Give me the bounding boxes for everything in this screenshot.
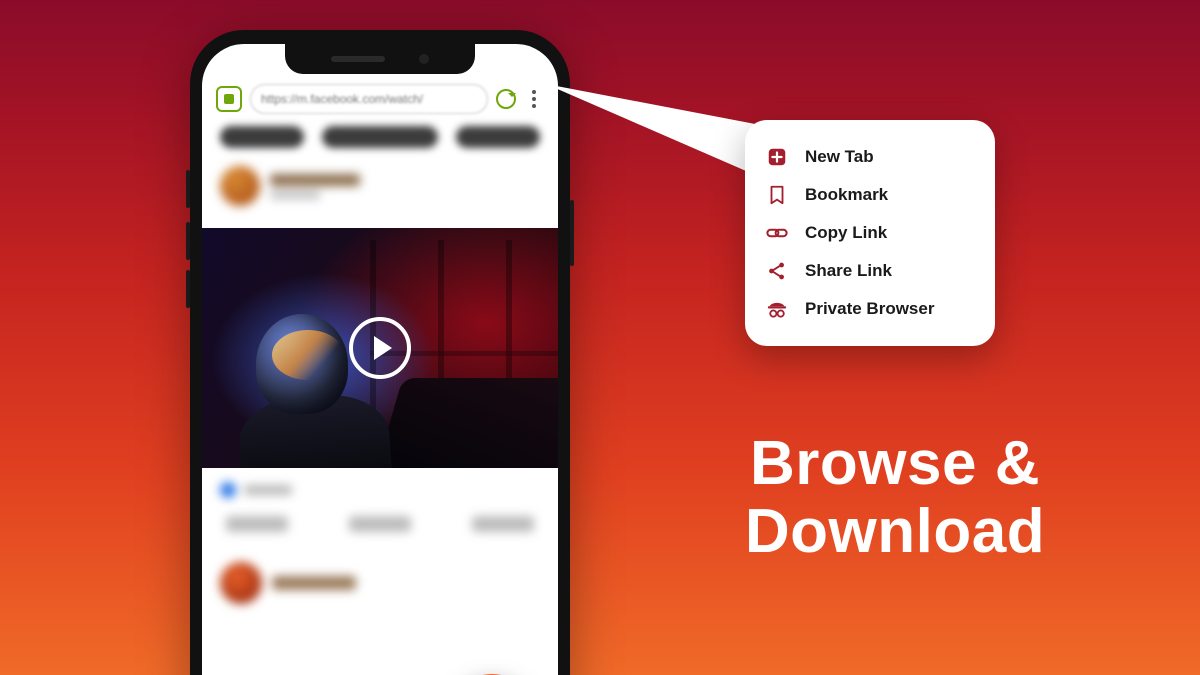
post-footer — [202, 468, 558, 546]
link-icon — [765, 221, 789, 245]
front-camera — [419, 54, 429, 64]
speaker-slot — [331, 56, 385, 62]
menu-item-new-tab[interactable]: New Tab — [763, 138, 975, 176]
menu-item-label: Copy Link — [805, 223, 887, 243]
web-feed — [202, 126, 558, 675]
menu-item-label: Bookmark — [805, 185, 888, 205]
marketing-headline: Browse & Download — [650, 430, 1140, 566]
reaction-count — [244, 485, 292, 495]
headline-line-1: Browse & — [650, 430, 1140, 498]
video-card[interactable] — [202, 228, 558, 468]
browser-toolbar: https://m.facebook.com/watch/ — [216, 82, 544, 116]
phone-screen: https://m.facebook.com/watch/ — [202, 44, 558, 675]
like-icon — [220, 482, 236, 498]
post-action[interactable] — [226, 516, 288, 532]
headline-line-2: Download — [650, 498, 1140, 566]
nav-pill[interactable] — [456, 126, 540, 148]
post-header — [202, 158, 558, 228]
share-icon — [765, 259, 789, 283]
plus-icon — [765, 145, 789, 169]
menu-item-share-link[interactable]: Share Link — [763, 252, 975, 290]
phone-mockup: https://m.facebook.com/watch/ — [190, 30, 570, 675]
post-action[interactable] — [472, 516, 534, 532]
bookmark-icon — [765, 183, 789, 207]
address-bar[interactable]: https://m.facebook.com/watch/ — [250, 84, 488, 114]
overflow-menu-button[interactable] — [524, 90, 544, 108]
menu-item-private-browser[interactable]: Private Browser — [763, 290, 975, 328]
video-figure-visor — [272, 330, 344, 380]
menu-item-copy-link[interactable]: Copy Link — [763, 214, 975, 252]
phone-notch — [285, 44, 475, 74]
menu-item-bookmark[interactable]: Bookmark — [763, 176, 975, 214]
menu-item-label: New Tab — [805, 147, 874, 167]
callout-pointer — [546, 78, 776, 188]
menu-item-label: Share Link — [805, 261, 892, 281]
nav-pills — [202, 126, 558, 158]
address-url: https://m.facebook.com/watch/ — [261, 92, 423, 106]
site-security-icon[interactable] — [216, 86, 242, 112]
post-actions — [220, 512, 540, 546]
refresh-icon[interactable] — [496, 89, 516, 109]
incognito-icon — [765, 297, 789, 321]
overflow-menu: New Tab Bookmark Copy Link Share Link — [745, 120, 995, 346]
nav-pill[interactable] — [220, 126, 304, 148]
post-author-meta — [270, 174, 360, 199]
reaction-summary[interactable] — [220, 482, 540, 498]
post-author-meta — [272, 576, 356, 590]
menu-item-label: Private Browser — [805, 299, 934, 319]
avatar[interactable] — [220, 562, 262, 604]
post-header — [202, 546, 558, 620]
avatar[interactable] — [220, 166, 260, 206]
nav-pill[interactable] — [322, 126, 439, 148]
post-action[interactable] — [349, 516, 411, 532]
play-icon[interactable] — [349, 317, 411, 379]
